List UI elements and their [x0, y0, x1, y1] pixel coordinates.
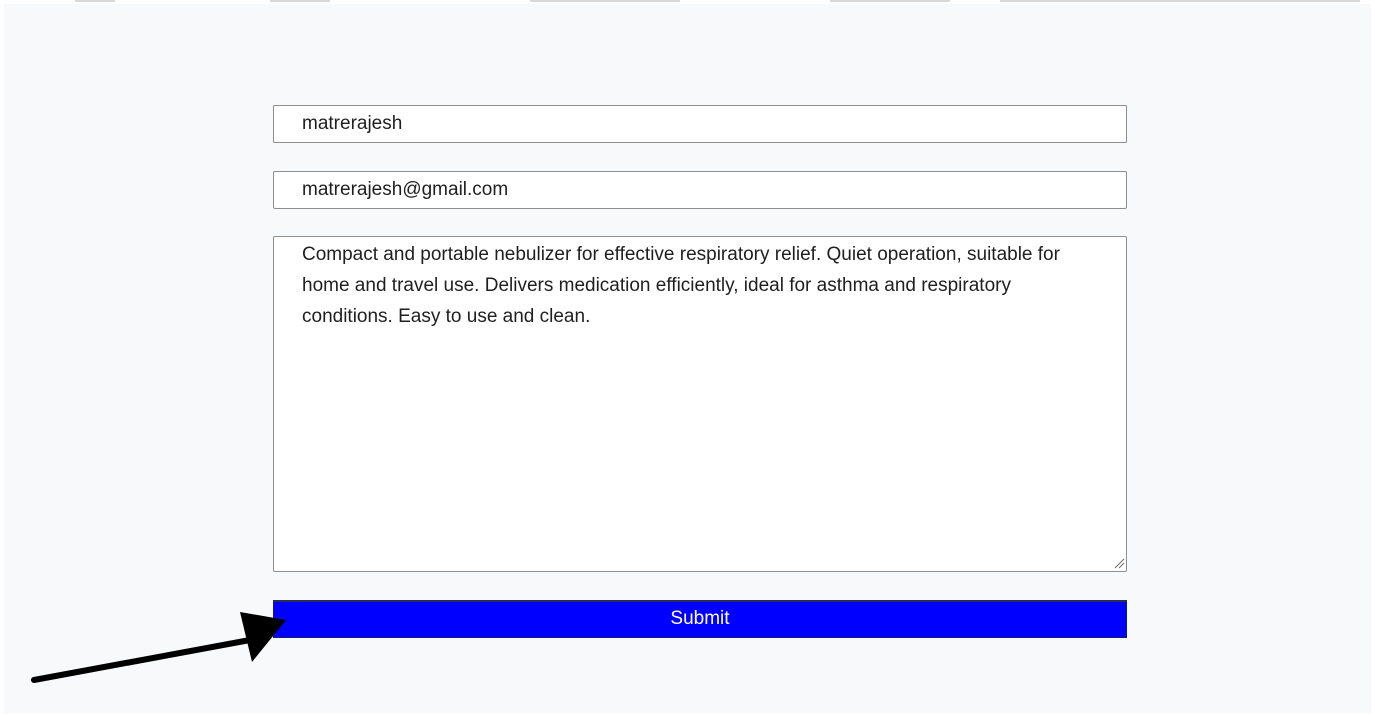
page: matrerajesh matrerajesh@gmail.com Compac… — [0, 0, 1375, 715]
username-field[interactable]: matrerajesh — [273, 105, 1127, 143]
email-field[interactable]: matrerajesh@gmail.com — [273, 171, 1127, 209]
submit-button[interactable]: Submit — [273, 600, 1127, 638]
resize-grip-icon[interactable] — [1114, 558, 1125, 569]
description-textarea[interactable]: Compact and portable nebulizer for effec… — [273, 236, 1127, 572]
